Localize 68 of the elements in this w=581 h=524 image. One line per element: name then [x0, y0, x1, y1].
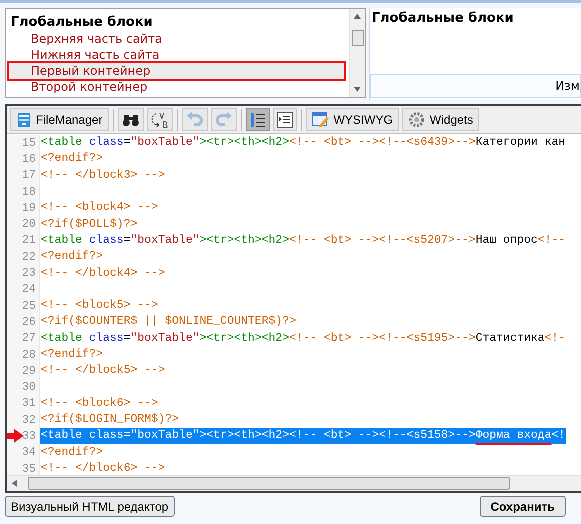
- wysiwyg-button[interactable]: WYSIWYG: [306, 108, 400, 131]
- code-line: <!-- </block3> -->: [40, 168, 166, 184]
- indent-button[interactable]: [272, 108, 297, 131]
- code-line: <?if($COUNTER$ || $ONLINE_COUNTER$)?>: [40, 314, 296, 330]
- line-number: 20: [7, 216, 40, 233]
- line-number: 31: [7, 396, 40, 412]
- code-line: <table class="boxTable"><tr><th><h2><!-- <bt> --><!--<s6439>-->Категории кан: [40, 135, 566, 152]
- scroll-up-icon[interactable]: [354, 14, 361, 19]
- file-cabinet-icon: [16, 112, 32, 128]
- line-number: 22: [7, 249, 40, 266]
- line-number: 17: [7, 168, 40, 184]
- list-item[interactable]: Верхняя часть сайта: [9, 31, 344, 47]
- code-line: <?if($LOGIN_FORM$)?>: [40, 412, 180, 428]
- scroll-thumb[interactable]: [28, 477, 510, 490]
- code-line: <!-- </block5> -->: [40, 363, 166, 380]
- line-number: 19: [7, 200, 40, 216]
- line-number: 23: [7, 265, 40, 282]
- code-line: <?endif?>: [40, 347, 104, 363]
- code-line: <!-- </block6> -->: [40, 461, 166, 475]
- line-number: 35: [7, 460, 40, 475]
- detail-field[interactable]: Изм: [370, 74, 581, 98]
- panel-title: Глобальные блоки: [371, 10, 515, 26]
- line-number: 30: [7, 379, 40, 396]
- numbered-list-icon: [250, 112, 266, 128]
- code-line: <table class="boxTable"><tr><th><h2><!-- <bt> --><!--<s5207>-->Наш опрос<!--: [40, 232, 566, 249]
- scroll-thumb[interactable]: [352, 30, 364, 46]
- line-numbers-button[interactable]: [246, 108, 270, 131]
- undo-icon: [186, 110, 204, 128]
- code-line: <?endif?>: [40, 249, 104, 266]
- replace-button[interactable]: [146, 108, 173, 131]
- window-pencil-icon: [312, 112, 330, 128]
- file-manager-button[interactable]: FileManager: [10, 108, 109, 131]
- visual-editor-button[interactable]: Визуальный HTML редактор: [5, 496, 175, 517]
- line-number: 26: [7, 314, 40, 331]
- indent-icon: [276, 112, 293, 128]
- line-number: 21: [7, 232, 40, 250]
- save-button[interactable]: Сохранить: [480, 496, 566, 517]
- line-number: 25: [7, 298, 40, 314]
- code-line: <!-- <block4> -->: [40, 200, 158, 216]
- line-number: 28: [7, 346, 40, 364]
- scroll-left-icon[interactable]: [12, 480, 17, 487]
- horizontal-scrollbar[interactable]: [7, 475, 581, 491]
- code-line: <!-- <block6> -->: [40, 396, 158, 412]
- line-number: 34: [7, 444, 40, 461]
- list-item[interactable]: Второй контейнер: [9, 79, 344, 95]
- list-item[interactable]: Нижняя часть сайта: [9, 47, 344, 63]
- line-number: 24: [7, 282, 40, 298]
- line-number: 16: [7, 151, 40, 168]
- line-number: 18: [7, 184, 40, 200]
- line-number: 15: [7, 135, 40, 152]
- gear-icon: [408, 110, 426, 128]
- find-button[interactable]: [118, 108, 144, 131]
- code-line: <!-- <block5> -->: [40, 298, 158, 314]
- line-number: 32: [7, 412, 40, 428]
- code-line: <?if($POLL$)?>: [40, 216, 138, 233]
- code-line: <table class="boxTable"><tr><th><h2><!-- <bt> --><!--<s5195>-->Статистика<!-: [40, 330, 566, 347]
- code-line: <?endif?>: [40, 444, 104, 461]
- widgets-button[interactable]: Widgets: [402, 108, 480, 131]
- list-group-title: Глобальные блоки: [10, 14, 154, 31]
- scroll-down-icon[interactable]: [354, 87, 361, 92]
- redo-icon: [214, 110, 233, 128]
- line-number: 29: [7, 363, 40, 380]
- line-number: 27: [7, 330, 40, 347]
- code-line: <?endif?>: [40, 151, 104, 168]
- scrollbar[interactable]: [349, 9, 365, 97]
- list-item[interactable]: Первый контейнер: [9, 63, 344, 79]
- code-line: <!-- </block4> -->: [40, 266, 166, 282]
- replace-icon: [150, 110, 169, 128]
